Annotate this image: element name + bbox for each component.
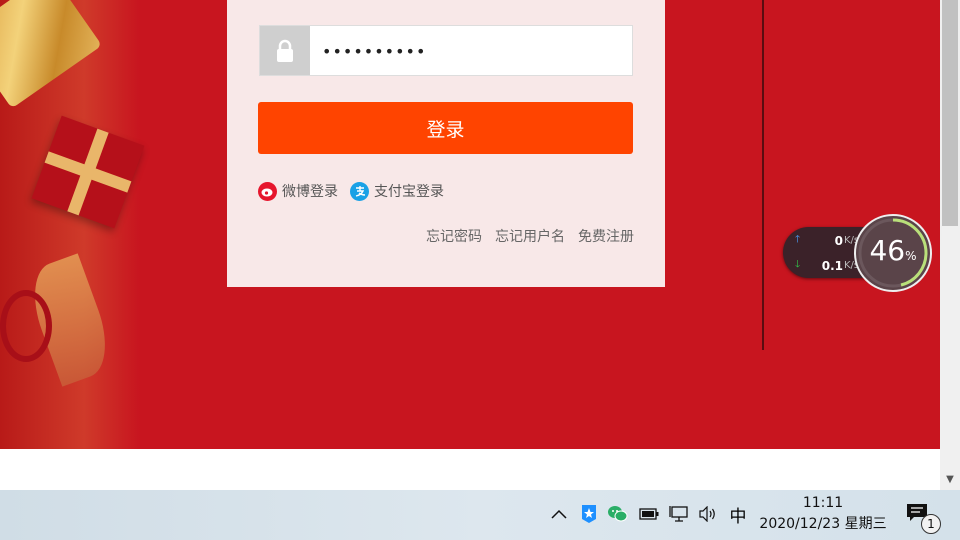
lipstick-decoration (0, 0, 103, 109)
system-clock[interactable]: 11:11 2020/12/23 星期三 (752, 493, 894, 535)
weibo-login-label: 微博登录 (282, 184, 338, 200)
password-input[interactable] (320, 26, 624, 77)
upload-value: 0 (834, 233, 843, 248)
clock-time: 11:11 (802, 495, 844, 511)
lock-icon (260, 26, 310, 75)
download-value: 0.1 (821, 258, 843, 273)
alipay-login-link[interactable]: 支付宝登录 (350, 181, 444, 201)
account-links: 忘记密码 忘记用户名 免费注册 (413, 226, 634, 246)
alt-login-row: 微博登录 支付宝登录 (258, 180, 456, 202)
promo-banner: 登录 微博登录 支付宝登录 忘记密码 忘记用户名 免费注册 (0, 0, 940, 449)
alipay-login-label: 支付宝登录 (374, 184, 444, 200)
register-link[interactable]: 免费注册 (578, 226, 634, 246)
scrollbar-thumb[interactable] (942, 0, 958, 226)
password-field-row (259, 25, 633, 77)
scroll-down-arrow-icon[interactable]: ▼ (944, 474, 956, 486)
notification-center-button[interactable]: 1 (905, 502, 941, 534)
ime-indicator[interactable]: 中 (727, 503, 749, 527)
battery-icon[interactable] (638, 503, 660, 525)
forgot-username-link[interactable]: 忘记用户名 (495, 226, 565, 246)
weibo-login-link[interactable]: 微博登录 (258, 181, 338, 201)
notification-count-badge: 1 (921, 514, 941, 534)
login-panel: 登录 微博登录 支付宝登录 忘记密码 忘记用户名 免费注册 (227, 0, 665, 287)
divider-line (762, 0, 764, 350)
weibo-icon (258, 181, 277, 201)
taskbar: 中 11:11 2020/12/23 星期三 1 (0, 490, 960, 540)
vertical-scrollbar[interactable]: ▼ (940, 0, 960, 490)
ribbon-decoration (0, 290, 52, 362)
show-hidden-icons-chevron-up-icon[interactable] (548, 503, 570, 525)
forgot-password-link[interactable]: 忘记密码 (426, 226, 482, 246)
tencent-app-icon[interactable] (578, 503, 600, 525)
memory-usage-gauge[interactable]: 46% (854, 214, 932, 292)
clock-date: 2020/12/23 星期三 (759, 516, 887, 532)
wechat-icon[interactable] (607, 503, 629, 525)
usage-percent: 46% (869, 234, 917, 267)
download-arrow-icon: 🡓 (795, 259, 801, 270)
volume-icon[interactable] (697, 503, 719, 525)
alipay-icon (350, 181, 369, 201)
gift-box-decoration (31, 115, 145, 229)
login-button[interactable]: 登录 (258, 102, 633, 154)
network-icon[interactable] (668, 503, 690, 525)
upload-arrow-icon: 🡑 (795, 234, 801, 245)
decorative-image (0, 0, 145, 449)
